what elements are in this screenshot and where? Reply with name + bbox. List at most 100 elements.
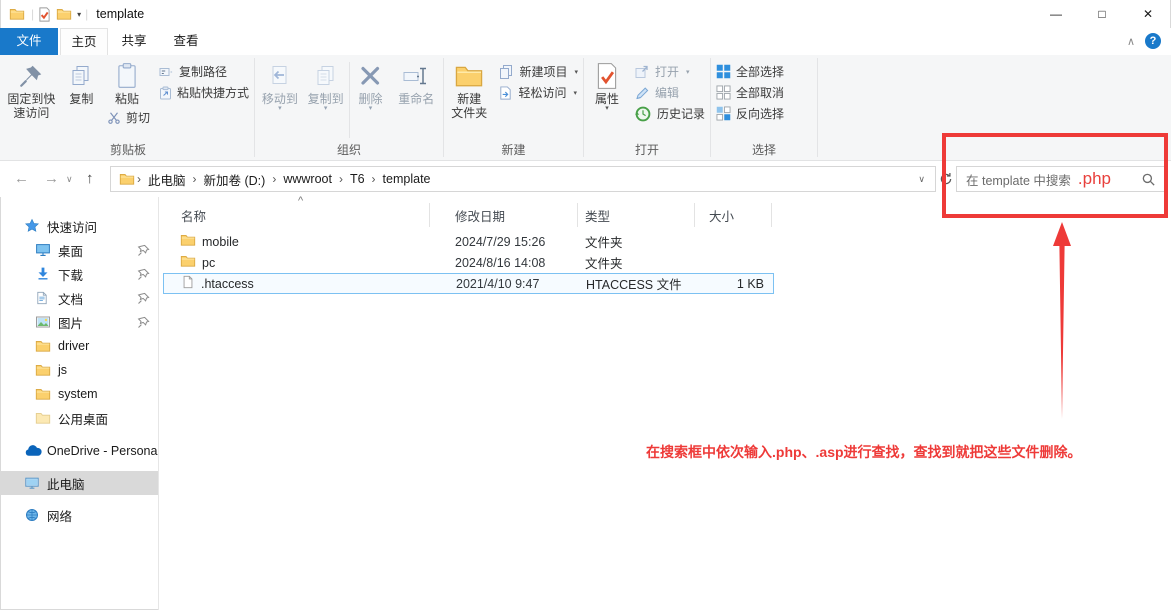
tab-file[interactable]: 文件 (0, 28, 58, 55)
pushpin-icon (18, 60, 44, 92)
file-name: .htaccess (201, 277, 254, 291)
ribbon-tab-row: 文件 主页 共享 查看 ∧ ? (0, 28, 1171, 55)
breadcrumb-drive-d[interactable]: 新加卷 (D:) (199, 170, 271, 189)
copy-path-button[interactable]: 复制路径 (156, 61, 230, 82)
qat-properties-icon[interactable] (38, 7, 51, 22)
move-to-button[interactable]: 移动到 ▾ (257, 59, 303, 113)
cut-button[interactable]: 剪切 (104, 107, 153, 128)
sidebar-item-documents[interactable]: 文档 (0, 286, 158, 310)
sidebar-item-onedrive[interactable]: OneDrive - Persona (0, 439, 158, 463)
window-title: template (96, 7, 144, 21)
column-header-size[interactable]: 大小 (695, 203, 772, 227)
button-label: 反向选择 (736, 105, 784, 122)
invert-selection-button[interactable]: 反向选择 (713, 103, 787, 124)
copy-path-icon (159, 65, 174, 79)
sidebar-item-pictures[interactable]: 图片 (0, 310, 158, 334)
breadcrumb-t6[interactable]: T6 (345, 172, 370, 186)
address-folder-icon (119, 171, 135, 187)
button-label: 粘贴 (115, 92, 139, 106)
file-row-pc[interactable]: pc 2024/8/16 14:08 文件夹 (163, 252, 774, 273)
help-icon[interactable]: ? (1145, 33, 1161, 49)
pin-to-quick-access-button[interactable]: 固定到快速访问 (4, 59, 59, 121)
sidebar-item-this-pc[interactable]: 此电脑 (0, 471, 158, 495)
rename-button[interactable]: 重命名 (391, 59, 441, 107)
breadcrumb-separator: › (337, 172, 345, 186)
window-folder-icon (9, 6, 25, 22)
forward-button[interactable]: → (44, 170, 59, 187)
qat-new-folder-icon[interactable] (56, 6, 72, 22)
tab-share[interactable]: 共享 (108, 28, 160, 55)
properties-button[interactable]: 属性 ▾ (586, 59, 628, 113)
sidebar-item-downloads[interactable]: 下载 (0, 262, 158, 286)
up-button[interactable]: ↑ (86, 170, 94, 187)
refresh-icon[interactable] (939, 172, 953, 191)
easy-access-button[interactable]: 轻松访问 ▾ (495, 82, 580, 103)
dropdown-caret: ▾ (686, 68, 690, 76)
breadcrumb-template[interactable]: template (378, 172, 436, 186)
ribbon-group-select: 全部选择 全部取消 反向选择 选择 (711, 55, 817, 160)
copy-to-button[interactable]: 复制到 ▾ (303, 59, 349, 113)
address-bar[interactable]: › 此电脑 › 新加卷 (D:) › wwwroot › T6 › templa… (110, 166, 936, 192)
column-header-name[interactable]: 名称 (163, 203, 430, 227)
ribbon-collapse-icon[interactable]: ∧ (1127, 35, 1135, 48)
sidebar-item-driver[interactable]: driver (0, 334, 158, 358)
pin-icon[interactable] (137, 268, 150, 284)
move-to-icon (268, 60, 292, 92)
delete-button[interactable]: 删除 ▾ (349, 59, 391, 113)
search-icon[interactable] (1141, 172, 1156, 187)
open-button[interactable]: 打开 ▾ (631, 61, 693, 82)
search-placeholder: 在 template 中搜索 (966, 170, 1071, 189)
minimize-button[interactable]: — (1033, 0, 1079, 28)
sidebar-item-system[interactable]: system (0, 382, 158, 406)
tab-home[interactable]: 主页 (60, 28, 108, 55)
history-button[interactable]: 历史记录 (631, 103, 708, 124)
button-label: 打开 (655, 63, 679, 80)
back-button[interactable]: ← (14, 170, 29, 187)
ribbon-group-new: 新建 文件夹 新建项目 ▾ 轻松访问 ▾ 新建 (444, 55, 583, 160)
column-header-type[interactable]: 类型 (578, 203, 695, 227)
column-header-date[interactable]: 修改日期 (430, 203, 578, 227)
tab-view[interactable]: 查看 (160, 28, 212, 55)
paste-shortcut-button[interactable]: 粘贴快捷方式 (156, 82, 252, 103)
download-icon (35, 266, 54, 282)
file-row-mobile[interactable]: mobile 2024/7/29 15:26 文件夹 (163, 231, 774, 252)
pin-icon[interactable] (137, 292, 150, 308)
new-item-button[interactable]: 新建项目 ▾ (495, 61, 581, 82)
pin-icon[interactable] (137, 244, 150, 260)
ribbon-group-organize: 移动到 ▾ 复制到 ▾ 删除 ▾ 重命名 组 (255, 55, 443, 160)
search-box[interactable]: 在 template 中搜索 .php (956, 166, 1165, 192)
folder-icon (35, 338, 54, 354)
pin-icon[interactable] (137, 316, 150, 332)
copy-button[interactable]: 复制 (59, 59, 104, 107)
breadcrumb-this-pc[interactable]: 此电脑 (143, 170, 191, 189)
breadcrumb-separator: › (135, 172, 143, 186)
picture-icon (35, 314, 54, 330)
select-all-button[interactable]: 全部选择 (713, 61, 787, 82)
button-label: 全部取消 (736, 84, 784, 101)
dropdown-caret: ▾ (605, 106, 609, 112)
sidebar-item-network[interactable]: 网络 (0, 503, 158, 527)
recent-locations-chevron[interactable]: ∨ (66, 174, 73, 185)
close-button[interactable]: ✕ (1125, 0, 1171, 28)
open-icon (634, 64, 650, 80)
sidebar-item-js[interactable]: js (0, 358, 158, 382)
edit-button[interactable]: 编辑 (631, 82, 682, 103)
qat-customize-caret[interactable]: ▾ (77, 10, 81, 19)
file-row-htaccess[interactable]: .htaccess 2021/4/10 9:47 HTACCESS 文件 1 K… (163, 273, 774, 294)
address-dropdown-chevron[interactable]: ∨ (918, 174, 935, 185)
sidebar-item-label: 公用桌面 (58, 409, 108, 428)
breadcrumb-wwwroot[interactable]: wwwroot (278, 172, 337, 186)
paste-button[interactable]: 粘贴 (104, 59, 150, 107)
sidebar-item-quick-access[interactable]: 快速访问 (0, 214, 158, 238)
button-label: 全部选择 (736, 63, 784, 80)
sidebar-item-label: 文档 (58, 289, 83, 308)
file-rows: mobile 2024/7/29 15:26 文件夹 pc 2024/8/16 … (163, 231, 774, 294)
sidebar-item-desktop[interactable]: 桌面 (0, 238, 158, 262)
select-none-button[interactable]: 全部取消 (713, 82, 787, 103)
maximize-button[interactable]: □ (1079, 0, 1125, 28)
sidebar-item-public-desktop[interactable]: 公用桌面 (0, 406, 158, 430)
button-label: 复制到 (308, 92, 344, 106)
new-folder-button[interactable]: 新建 文件夹 (446, 59, 492, 121)
quick-access-star-icon (24, 218, 43, 234)
window-controls: — □ ✕ (1033, 0, 1171, 28)
